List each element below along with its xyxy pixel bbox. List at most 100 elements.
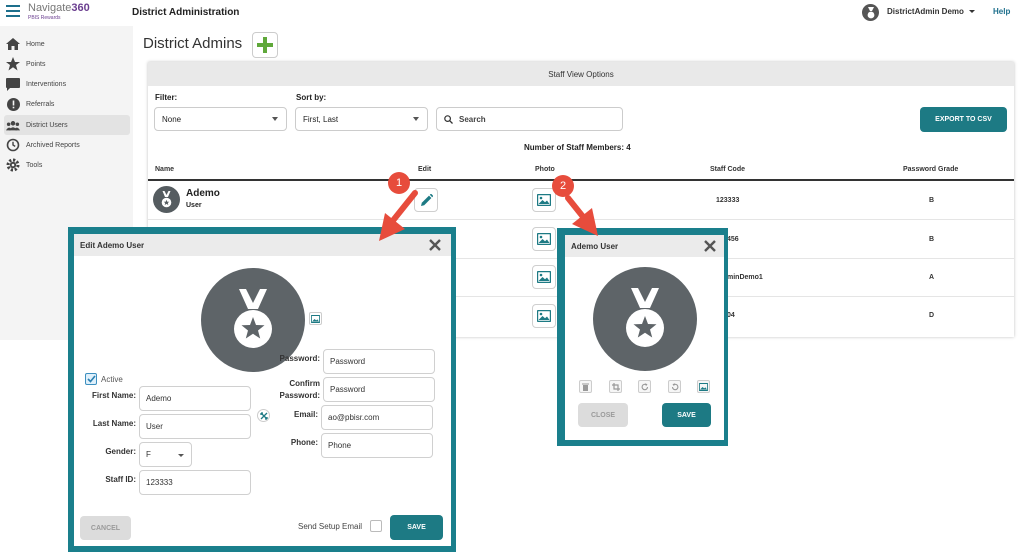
star-icon: [6, 57, 20, 71]
image-icon: [311, 314, 320, 323]
change-photo-button[interactable]: [309, 312, 322, 325]
last-name-label: Last Name:: [92, 419, 136, 428]
sidebar-item-district-users[interactable]: District Users: [4, 115, 130, 135]
last-name-field[interactable]: User: [139, 414, 251, 439]
medal-icon: [867, 6, 874, 18]
gender-select[interactable]: F: [139, 442, 192, 467]
sidebar-item-home[interactable]: Home: [4, 34, 130, 54]
swap-names-icon[interactable]: [257, 409, 270, 422]
medal-icon: [626, 288, 664, 347]
menu-icon[interactable]: [6, 5, 20, 17]
save-photo-button[interactable]: SAVE: [662, 403, 711, 427]
row-staff-code: 04: [727, 312, 735, 319]
active-checkbox[interactable]: [85, 373, 97, 385]
close-button[interactable]: CLOSE: [578, 403, 628, 427]
sidebar-item-archived-reports[interactable]: Archived Reports: [4, 135, 130, 155]
upload-image-icon[interactable]: [697, 380, 710, 393]
sidebar-item-points[interactable]: Points: [4, 54, 130, 74]
confirm-password-label: Confirm Password:: [270, 378, 320, 402]
row-staff-code: 123333: [716, 197, 740, 204]
column-header-password-grade[interactable]: Password Grade: [903, 166, 958, 173]
password-field[interactable]: Password: [323, 349, 435, 374]
row-password-grade: A: [929, 274, 935, 281]
staff-id-label: Staff ID:: [105, 475, 136, 484]
password-label: Password:: [279, 354, 320, 363]
rotate-right-icon[interactable]: [638, 380, 651, 393]
close-icon[interactable]: [702, 238, 718, 254]
staff-id-field[interactable]: 123333: [139, 470, 251, 495]
edit-user-modal: Edit Ademo User Active First Name: Ademo…: [74, 234, 451, 546]
search-icon: [444, 115, 453, 124]
close-icon[interactable]: [427, 237, 443, 253]
row-password-grade: D: [929, 312, 935, 319]
sort-select[interactable]: First, Last: [295, 107, 428, 131]
view-options-title: Staff View Options: [548, 69, 614, 79]
row-staff-code: 456: [727, 236, 739, 243]
plus-icon: [257, 37, 273, 53]
confirm-label-line-2: Password:: [279, 391, 320, 400]
staff-count: Number of Staff Members: 4: [524, 143, 631, 152]
photo-button[interactable]: [532, 227, 556, 251]
annotation-marker-1: 1: [388, 172, 410, 194]
top-bar: Navigate360 PBIS Rewards District Admini…: [0, 0, 1024, 26]
photo-button[interactable]: [532, 265, 556, 289]
export-csv-button[interactable]: EXPORT TO CSV: [920, 107, 1007, 132]
gender-label: Gender:: [105, 447, 136, 456]
brand-logo[interactable]: Navigate360: [28, 2, 90, 14]
save-button[interactable]: SAVE: [390, 515, 443, 540]
search-placeholder: Search: [459, 114, 486, 124]
confirm-password-field[interactable]: Password: [323, 377, 435, 402]
cancel-button[interactable]: CANCEL: [80, 516, 131, 540]
column-header-staff-code[interactable]: Staff Code: [710, 166, 745, 173]
sidebar-item-interventions[interactable]: Interventions: [4, 74, 130, 94]
active-label: Active: [101, 375, 123, 384]
trash-icon[interactable]: [579, 380, 592, 393]
send-setup-email-checkbox[interactable]: [370, 520, 382, 532]
password-placeholder: Password: [330, 357, 366, 366]
home-icon: [6, 37, 20, 51]
photo-button[interactable]: [532, 188, 556, 212]
sidebar-item-tools[interactable]: Tools: [4, 155, 130, 175]
row-name: Ademo: [186, 188, 220, 199]
edit-modal-title: Edit Ademo User: [80, 240, 145, 250]
sidebar-item-label: Archived Reports: [26, 141, 80, 149]
user-menu[interactable]: DistrictAdmin Demo: [887, 7, 975, 16]
chevron-down-icon: [272, 117, 278, 121]
send-setup-email-label: Send Setup Email: [298, 522, 363, 531]
last-name-value: User: [146, 422, 163, 431]
chevron-down-icon: [178, 454, 184, 457]
photo-button[interactable]: [532, 304, 556, 328]
image-icon: [537, 194, 551, 206]
add-admin-button[interactable]: [252, 32, 278, 58]
column-header-name[interactable]: Name: [155, 166, 174, 173]
confirm-label-line-1: Confirm: [289, 379, 320, 388]
medal-icon: [234, 289, 272, 348]
brand-subtitle: PBIS Rewards: [28, 15, 61, 21]
filter-label: Filter:: [155, 93, 178, 102]
phone-label: Phone:: [290, 438, 318, 447]
search-input[interactable]: Search: [436, 107, 623, 131]
rotate-left-icon[interactable]: [668, 380, 681, 393]
filter-value: None: [162, 114, 182, 124]
crop-icon[interactable]: [609, 380, 622, 393]
user-name: DistrictAdmin Demo: [887, 7, 964, 16]
confirm-password-placeholder: Password: [330, 385, 366, 394]
sidebar-item-label: Interventions: [26, 80, 67, 88]
brand-number: 360: [71, 2, 90, 14]
check-icon: [86, 375, 96, 383]
help-link[interactable]: Help: [993, 7, 1010, 16]
sidebar-item-label: Referrals: [26, 100, 55, 108]
first-name-value: Ademo: [146, 394, 172, 403]
sidebar-item-label: Points: [26, 60, 46, 68]
first-name-label: First Name:: [91, 391, 136, 400]
phone-field[interactable]: Phone: [321, 433, 433, 458]
user-avatar[interactable]: [862, 4, 879, 21]
first-name-field[interactable]: Ademo: [139, 386, 251, 411]
sidebar-item-referrals[interactable]: Referrals: [4, 94, 130, 114]
row-password-grade: B: [929, 236, 935, 243]
email-field[interactable]: ao@pbisr.com: [321, 405, 433, 430]
chevron-down-icon: [413, 117, 419, 121]
filter-select[interactable]: None: [154, 107, 287, 131]
gender-value: F: [146, 450, 151, 459]
sidebar-item-label: Home: [26, 40, 45, 48]
